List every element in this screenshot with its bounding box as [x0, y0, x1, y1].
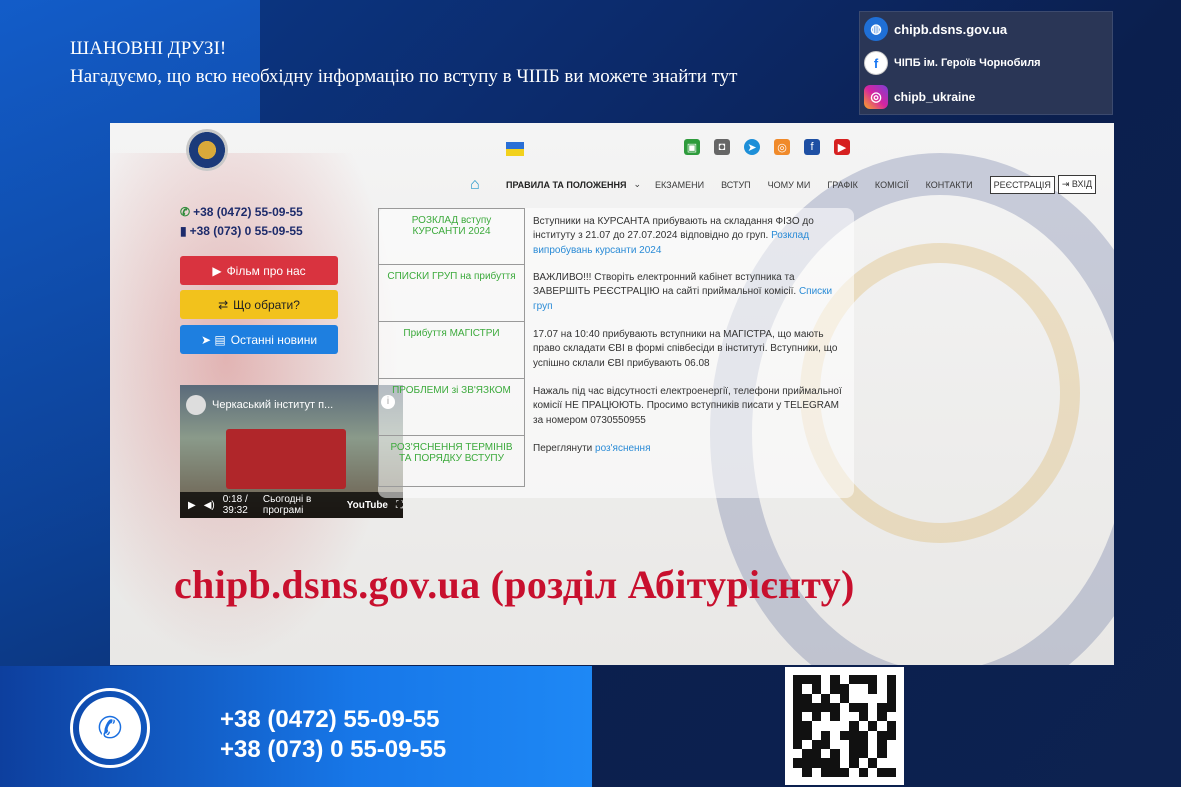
qr-code[interactable] [785, 667, 904, 785]
bottom-phone-landline[interactable]: +38 (0472) 55-09-55 [220, 706, 446, 734]
fullscreen-icon[interactable]: ⛶ [396, 500, 403, 511]
site-banner-text: chipb.dsns.gov.ua (розділ Абітурієнту) [174, 562, 855, 607]
phone-mobile-label: +38 (073) 0 55-09-55 [189, 224, 303, 238]
youtube-icon: ▶ [212, 263, 222, 278]
phone-landline[interactable]: ✆ +38 (0472) 55-09-55 [180, 205, 303, 219]
instagram-icon[interactable]: ◎ [774, 139, 790, 155]
volume-icon[interactable]: ◀) [204, 500, 215, 511]
table-row: ПРОБЛЕМИ зі ЗВ'ЯЗКОМ Нажаль під час відс… [378, 378, 855, 436]
nav-contacts[interactable]: КОНТАКТИ [926, 180, 973, 190]
announcement-text: Нагадуємо, що всю необхідну інформацію п… [70, 66, 738, 87]
youtube-logo[interactable]: YouTube [347, 500, 388, 511]
row-text: Нажаль під час відсутності електроенергі… [533, 385, 842, 426]
video-time: 0:18 / 39:32 [222, 494, 248, 516]
phone-call-icon: ✆ [70, 688, 150, 768]
bottom-phone-mobile[interactable]: +38 (073) 0 55-09-55 [220, 736, 446, 764]
nav-exams[interactable]: ЕКЗАМЕНИ [655, 180, 704, 190]
ukraine-flag-icon[interactable] [506, 142, 524, 156]
announcement-heading: ШАНОВНІ ДРУЗІ! [70, 38, 227, 59]
row-value: Нажаль під час відсутності електроенергі… [525, 379, 855, 436]
social-instagram[interactable]: ◎ chipb_ukraine [860, 80, 1112, 114]
row-key: ПРОБЛЕМИ зі ЗВ'ЯЗКОМ [378, 378, 525, 436]
news-button[interactable]: ➤ ▤ Останні новини [180, 325, 338, 354]
video-thumbnail-truck [226, 429, 346, 489]
robot-icon[interactable]: ◘ [714, 139, 730, 155]
main-nav: ⌂ ПРАВИЛА ТА ПОЛОЖЕННЯ ⌄ ЕКЗАМЕНИ ВСТУП … [470, 175, 1099, 194]
bottom-phones: +38 (0472) 55-09-55 +38 (073) 0 55-09-55 [220, 706, 446, 766]
telegram-icon[interactable]: ➤ [744, 139, 760, 155]
nav-admission[interactable]: ВСТУП [721, 180, 751, 190]
row-key: СПИСКИ ГРУП на прибуття [378, 264, 525, 322]
nav-why[interactable]: ЧОМУ МИ [768, 180, 811, 190]
social-website-label: chipb.dsns.gov.ua [894, 21, 1008, 37]
channel-avatar[interactable] [186, 395, 206, 415]
row-text: ВАЖЛИВО!!! Створіть електронний кабінет … [533, 271, 799, 298]
table-row: РОЗ'ЯСНЕННЯ ТЕРМІНІВ ТА ПОРЯДКУ ВСТУПУ П… [378, 435, 855, 487]
nav-rules[interactable]: ПРАВИЛА ТА ПОЛОЖЕННЯ [506, 180, 626, 190]
social-links-box: ◍ chipb.dsns.gov.ua f ЧІПБ ім. Героїв Чо… [859, 11, 1113, 115]
social-website[interactable]: ◍ chipb.dsns.gov.ua [860, 12, 1112, 46]
video-title-bar: Черкаський інститут п... [186, 395, 333, 415]
video-player[interactable]: Черкаський інститут п... i ▶ ◀) 0:18 / 3… [180, 385, 403, 518]
video-controls: ▶ ◀) 0:18 / 39:32 Сьогодні в програмі Yo… [180, 492, 403, 518]
table-row: Прибуття МАГІСТРИ 17.07 на 10:40 прибува… [378, 321, 855, 379]
table-row: РОЗКЛАД вступу КУРСАНТИ 2024 Вступники н… [378, 208, 855, 265]
chat-icon[interactable]: ▣ [684, 139, 700, 155]
phone-mobile[interactable]: ▮ +38 (073) 0 55-09-55 [180, 224, 303, 238]
table-row: СПИСКИ ГРУП на прибуття ВАЖЛИВО!!! Створ… [378, 264, 855, 322]
news-button-label: Останні новини [230, 332, 318, 347]
chevron-down-icon[interactable]: ⌄ [633, 179, 641, 190]
row-key: РОЗКЛАД вступу КУРСАНТИ 2024 [378, 208, 525, 265]
film-button[interactable]: ▶ Фільм про нас [180, 256, 338, 285]
nav-commissions[interactable]: КОМІСІЇ [875, 180, 909, 190]
login-label: ВХІД [1071, 179, 1093, 189]
video-caption: Сьогодні в програмі [262, 494, 312, 516]
choose-icon: ⇄ [218, 297, 229, 312]
row-key: Прибуття МАГІСТРИ [378, 321, 525, 379]
facebook-icon: f [864, 51, 888, 75]
film-button-label: Фільм про нас [226, 263, 306, 278]
instagram-icon: ◎ [864, 85, 888, 109]
phone-landline-label: +38 (0472) 55-09-55 [193, 205, 303, 219]
mobile-icon: ▮ [180, 224, 187, 238]
choose-button-label: Що обрати? [233, 297, 300, 312]
home-icon[interactable]: ⌂ [470, 176, 492, 194]
social-facebook-label: ЧІПБ ім. Героїв Чорнобиля [894, 57, 1041, 69]
row-text: Переглянути [533, 442, 596, 454]
header-social-icons: ▣ ◘ ➤ ◎ f ▶ [684, 139, 850, 155]
social-facebook[interactable]: f ЧІПБ ім. Героїв Чорнобиля [860, 46, 1112, 80]
institute-logo[interactable] [186, 129, 228, 171]
row-value: Переглянути роз'яснення [525, 436, 855, 487]
choose-button[interactable]: ⇄ Що обрати? [180, 290, 338, 319]
facebook-icon[interactable]: f [804, 139, 820, 155]
login-icon: ⇥ [1061, 179, 1072, 189]
globe-icon: ◍ [864, 17, 888, 41]
info-table: РОЗКЛАД вступу КУРСАНТИ 2024 Вступники н… [378, 208, 855, 487]
row-value: ВАЖЛИВО!!! Створіть електронний кабінет … [525, 265, 855, 322]
announcement: ШАНОВНІ ДРУЗІ! Нагадуємо, що всю необхід… [70, 38, 738, 88]
website-screenshot: ▣ ◘ ➤ ◎ f ▶ ⌂ ПРАВИЛА ТА ПОЛОЖЕННЯ ⌄ ЕКЗ… [110, 123, 1114, 665]
explanation-link[interactable]: роз'яснення [595, 443, 650, 454]
row-key: РОЗ'ЯСНЕННЯ ТЕРМІНІВ ТА ПОРЯДКУ ВСТУПУ [378, 435, 525, 487]
phone-icon: ✆ [180, 205, 191, 219]
login-button[interactable]: ⇥ ВХІД [1057, 175, 1097, 194]
video-title[interactable]: Черкаський інститут п... [212, 399, 333, 411]
play-icon[interactable]: ▶ [188, 500, 196, 511]
contact-phones: ✆ +38 (0472) 55-09-55 ▮ +38 (073) 0 55-09-… [180, 205, 303, 243]
telegram-icon: ➤ ▤ [200, 332, 226, 347]
nav-schedule[interactable]: ГРАФІК [827, 180, 858, 190]
register-button[interactable]: РЕЄСТРАЦІЯ [989, 175, 1055, 194]
row-value: Вступники на КУРСАНТА прибувають на скла… [525, 209, 855, 265]
row-value: 17.07 на 10:40 прибувають вступники на М… [525, 322, 855, 379]
row-text: 17.07 на 10:40 прибувають вступники на М… [533, 328, 838, 369]
youtube-icon[interactable]: ▶ [834, 139, 850, 155]
social-instagram-label: chipb_ukraine [894, 90, 976, 104]
